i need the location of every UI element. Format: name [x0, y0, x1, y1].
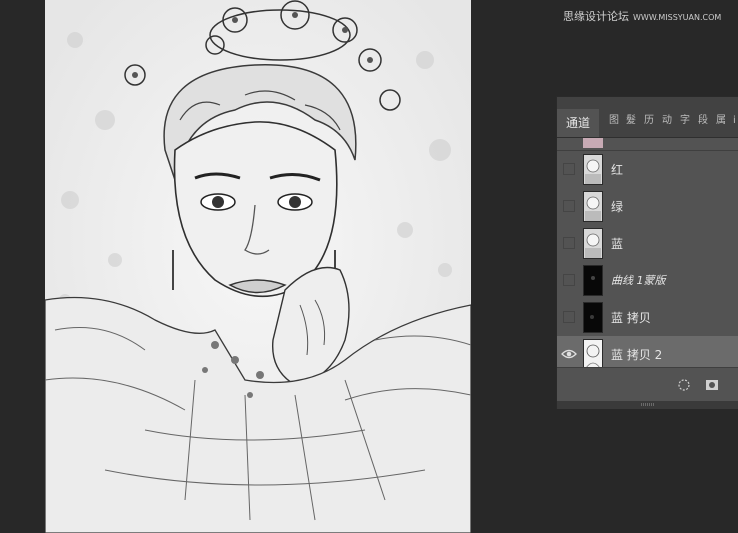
channel-thumbnail [583, 302, 603, 333]
visibility-toggle[interactable] [563, 200, 575, 212]
channel-thumbnail [583, 154, 603, 185]
visibility-toggle[interactable] [563, 311, 575, 323]
channel-label: 红 [611, 163, 624, 177]
tab-channels[interactable]: 通道 [557, 109, 599, 137]
channels-panel: 通道 图 髮 历 动 字 段 属 i 红 绿 蓝 曲线 1蒙版 蓝 拷贝 蓝 拷… [556, 96, 738, 409]
channel-row-rgb-partial[interactable] [557, 138, 738, 151]
channel-label: 蓝 拷贝 [611, 311, 651, 325]
channel-thumbnail [583, 265, 603, 296]
channel-label: 绿 [611, 200, 624, 214]
channel-row-red[interactable]: 红 [557, 151, 738, 189]
tab-2[interactable]: 髮 [626, 114, 636, 128]
panel-resize-strip[interactable] [557, 401, 738, 409]
channel-row-blue-copy[interactable]: 蓝 拷贝 [557, 299, 738, 337]
visibility-toggle[interactable] [563, 237, 575, 249]
channel-label: 蓝 [611, 237, 624, 251]
panel-tab-bar: 通道 图 髮 历 动 字 段 属 i [557, 97, 738, 138]
sketch-portrait-image [45, 0, 471, 533]
document-canvas[interactable] [45, 0, 471, 533]
watermark-title: 思缘设计论坛 [563, 10, 629, 23]
channel-row-blue[interactable]: 蓝 [557, 225, 738, 263]
channel-thumbnail [583, 138, 603, 148]
channel-row-green[interactable]: 绿 [557, 188, 738, 226]
eye-icon[interactable] [561, 348, 577, 360]
tab-history[interactable]: 历 [644, 114, 654, 128]
resize-grip[interactable] [641, 403, 655, 406]
channel-thumbnail [583, 339, 603, 370]
visibility-toggle[interactable] [563, 163, 575, 175]
tab-info[interactable]: i [733, 114, 736, 128]
channel-thumbnail [583, 191, 603, 222]
panel-footer [557, 367, 738, 404]
watermark-site: WWW.MISSYUAN.COM [633, 13, 722, 22]
visibility-toggle[interactable] [563, 274, 575, 286]
tab-properties[interactable]: 属 [716, 114, 726, 128]
tab-paragraph[interactable]: 段 [698, 114, 708, 128]
channel-thumbnail [583, 228, 603, 259]
tab-layers[interactable]: 图 [609, 114, 619, 128]
selection-icon[interactable] [677, 378, 691, 392]
tab-character[interactable]: 字 [680, 114, 690, 128]
channel-row-curves-mask[interactable]: 曲线 1蒙版 [557, 262, 738, 300]
channel-label: 曲线 1蒙版 [611, 274, 666, 287]
watermark: 思缘设计论坛 WWW.MISSYUAN.COM [563, 8, 721, 24]
channel-label: 蓝 拷贝 2 [611, 348, 663, 362]
tab-actions[interactable]: 动 [662, 114, 672, 128]
mask-icon[interactable] [705, 378, 719, 392]
